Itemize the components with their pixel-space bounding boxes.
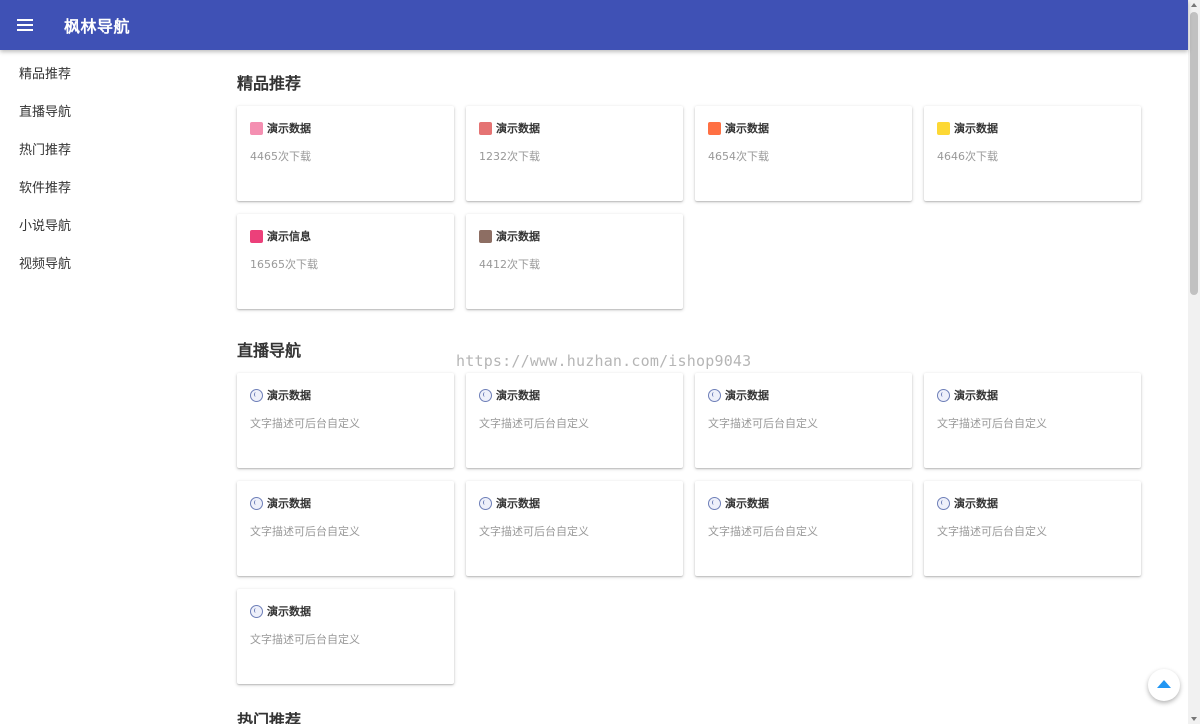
card-title: 演示数据	[725, 389, 769, 402]
card-grid: 演示数据 文字描述可后台自定义 演示数据 文字描述可后台自定义 演示数据 文字描…	[237, 373, 1157, 684]
sidebar-item-jingpin[interactable]: 精品推荐	[0, 56, 200, 94]
card-desc: 文字描述可后台自定义	[479, 525, 589, 538]
live-card[interactable]: 演示数据 文字描述可后台自定义	[695, 481, 912, 576]
card-desc: 文字描述可后台自定义	[937, 417, 1047, 430]
menu-icon[interactable]	[17, 18, 35, 32]
card-desc: 4654次下载	[708, 150, 769, 163]
card-desc: 4412次下载	[479, 258, 540, 271]
card-desc: 1232次下载	[479, 150, 540, 163]
card-desc: 4465次下载	[250, 150, 311, 163]
card-desc: 文字描述可后台自定义	[250, 417, 360, 430]
live-card[interactable]: 演示数据 文字描述可后台自定义	[924, 373, 1141, 468]
section-title: 精品推荐	[237, 74, 302, 93]
app-card[interactable]: 演示数据 4646次下载	[924, 106, 1141, 201]
card-desc: 文字描述可后台自定义	[708, 417, 818, 430]
card-title: 演示数据	[954, 122, 998, 135]
app-card[interactable]: 演示数据 4465次下载	[237, 106, 454, 201]
app-icon	[250, 229, 263, 243]
globe-icon	[937, 388, 950, 402]
card-desc: 4646次下载	[937, 150, 998, 163]
live-card[interactable]: 演示数据 文字描述可后台自定义	[924, 481, 1141, 576]
globe-icon	[250, 604, 263, 618]
app-card[interactable]: 演示信息 16565次下载	[237, 214, 454, 309]
card-title: 演示数据	[496, 122, 540, 135]
card-desc: 文字描述可后台自定义	[937, 525, 1047, 538]
card-title: 演示数据	[725, 122, 769, 135]
live-card[interactable]: 演示数据 文字描述可后台自定义	[695, 373, 912, 468]
live-card[interactable]: 演示数据 文字描述可后台自定义	[466, 373, 683, 468]
scroll-thumb[interactable]	[1190, 12, 1198, 295]
app-title: 枫林导航	[64, 17, 131, 36]
app-card[interactable]: 演示数据 4412次下载	[466, 214, 683, 309]
sidebar-item-zhibo[interactable]: 直播导航	[0, 94, 200, 132]
app-icon	[937, 121, 950, 135]
card-desc: 文字描述可后台自定义	[250, 633, 360, 646]
app-card[interactable]: 演示数据 1232次下载	[466, 106, 683, 201]
card-title: 演示数据	[496, 389, 540, 402]
globe-icon	[937, 496, 950, 510]
globe-icon	[708, 388, 721, 402]
section-title: 热门推荐	[237, 711, 302, 724]
app-icon	[479, 121, 492, 135]
app-icon	[708, 121, 721, 135]
scrollbar[interactable]	[1188, 0, 1200, 724]
app-icon	[479, 229, 492, 243]
card-title: 演示数据	[267, 389, 311, 402]
card-title: 演示数据	[954, 497, 998, 510]
globe-icon	[708, 496, 721, 510]
live-card[interactable]: 演示数据 文字描述可后台自定义	[466, 481, 683, 576]
globe-icon	[479, 496, 492, 510]
card-title: 演示数据	[267, 122, 311, 135]
sidebar-item-xiaoshuo[interactable]: 小说导航	[0, 208, 200, 246]
card-title: 演示数据	[725, 497, 769, 510]
card-title: 演示数据	[954, 389, 998, 402]
sidebar-item-ruanjian[interactable]: 软件推荐	[0, 170, 200, 208]
card-title: 演示数据	[496, 497, 540, 510]
globe-icon	[250, 496, 263, 510]
globe-icon	[250, 388, 263, 402]
section-title: 直播导航	[237, 341, 302, 360]
card-desc: 文字描述可后台自定义	[479, 417, 589, 430]
card-desc: 文字描述可后台自定义	[708, 525, 818, 538]
scroll-up-icon[interactable]	[1191, 3, 1197, 7]
card-title: 演示信息	[267, 230, 311, 243]
arrow-up-icon	[1157, 680, 1171, 688]
card-desc: 文字描述可后台自定义	[250, 525, 360, 538]
sidebar: 精品推荐 直播导航 热门推荐 软件推荐 小说导航 视频导航	[0, 50, 200, 284]
live-card[interactable]: 演示数据 文字描述可后台自定义	[237, 589, 454, 684]
card-title: 演示数据	[267, 497, 311, 510]
card-title: 演示数据	[496, 230, 540, 243]
main-content: 精品推荐 演示数据 4465次下载 演示数据 1232次下载 演示数据 4654…	[237, 50, 1157, 724]
globe-icon	[479, 388, 492, 402]
back-to-top-button[interactable]	[1148, 669, 1180, 701]
sidebar-item-remen[interactable]: 热门推荐	[0, 132, 200, 170]
app-header: 枫林导航	[0, 0, 1188, 50]
card-desc: 16565次下载	[250, 258, 318, 271]
app-icon	[250, 121, 263, 135]
app-card[interactable]: 演示数据 4654次下载	[695, 106, 912, 201]
card-title: 演示数据	[267, 605, 311, 618]
scroll-down-icon[interactable]	[1191, 717, 1197, 721]
card-grid: 演示数据 4465次下载 演示数据 1232次下载 演示数据 4654次下载 演…	[237, 106, 1157, 309]
live-card[interactable]: 演示数据 文字描述可后台自定义	[237, 481, 454, 576]
sidebar-item-shipin[interactable]: 视频导航	[0, 246, 200, 284]
live-card[interactable]: 演示数据 文字描述可后台自定义	[237, 373, 454, 468]
